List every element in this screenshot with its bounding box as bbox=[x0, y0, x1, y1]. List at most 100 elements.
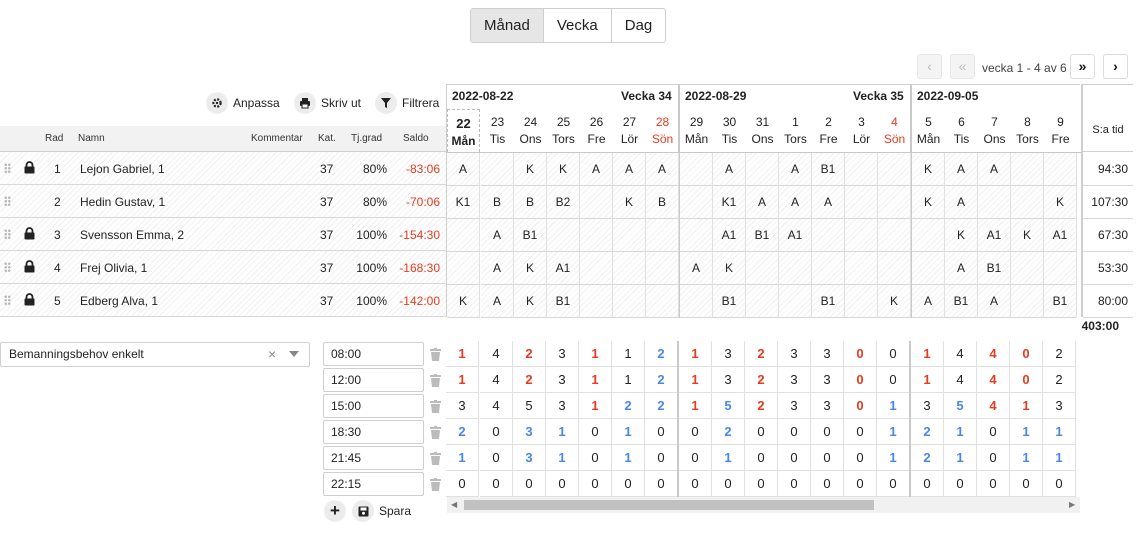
shift-cell[interactable]: B1 bbox=[812, 285, 845, 318]
shift-cell[interactable]: A bbox=[812, 186, 845, 219]
trash-icon[interactable] bbox=[430, 478, 441, 491]
shift-cell[interactable]: A1 bbox=[779, 219, 812, 252]
shift-cell[interactable]: K bbox=[514, 252, 547, 285]
shift-cell[interactable] bbox=[746, 285, 779, 318]
shift-cell[interactable] bbox=[1044, 252, 1077, 285]
time-input[interactable]: 08:00 bbox=[323, 342, 424, 366]
shift-cell[interactable] bbox=[812, 219, 845, 252]
clear-icon[interactable]: × bbox=[268, 343, 276, 366]
shift-cell[interactable] bbox=[613, 285, 646, 318]
shift-cell[interactable]: B1 bbox=[746, 219, 779, 252]
shift-cell[interactable] bbox=[746, 153, 779, 186]
shift-cell[interactable]: A bbox=[945, 252, 978, 285]
shift-cell[interactable]: A1 bbox=[547, 252, 580, 285]
day-header[interactable]: 3 Lör bbox=[845, 109, 878, 152]
shift-cell[interactable]: K bbox=[1044, 186, 1077, 219]
day-header[interactable]: 9 Fre bbox=[1044, 109, 1077, 152]
shift-cell[interactable]: B1 bbox=[812, 153, 845, 186]
employee-name[interactable]: Hedin Gustav, 1 bbox=[80, 195, 165, 209]
employee-name[interactable]: Edberg Alva, 1 bbox=[80, 294, 158, 308]
trash-icon[interactable] bbox=[430, 374, 441, 387]
shift-cell[interactable] bbox=[845, 252, 878, 285]
shift-cell[interactable]: K bbox=[514, 153, 547, 186]
shift-cell[interactable] bbox=[580, 285, 613, 318]
day-header[interactable]: 27 Lör bbox=[613, 109, 646, 152]
shift-cell[interactable] bbox=[978, 186, 1011, 219]
employee-row[interactable]: 3 Svensson Emma, 2 37 100% -154:30 bbox=[0, 218, 446, 251]
shift-cell[interactable]: K bbox=[613, 186, 646, 219]
shift-cell[interactable]: K bbox=[713, 252, 746, 285]
shift-cell[interactable]: B1 bbox=[978, 252, 1011, 285]
shift-cell[interactable] bbox=[1011, 186, 1044, 219]
shift-cell[interactable] bbox=[613, 219, 646, 252]
shift-cell[interactable]: B1 bbox=[1044, 285, 1077, 318]
shift-cell[interactable] bbox=[1011, 153, 1044, 186]
employee-row[interactable]: 4 Frej Olivia, 1 37 100% -168:30 bbox=[0, 251, 446, 284]
shift-cell[interactable]: A bbox=[481, 219, 514, 252]
scrollbar-thumb[interactable] bbox=[464, 500, 874, 510]
shift-cell[interactable] bbox=[845, 219, 878, 252]
shift-cell[interactable] bbox=[878, 186, 911, 219]
shift-cell[interactable] bbox=[646, 252, 679, 285]
day-header[interactable]: 2 Fre bbox=[812, 109, 845, 152]
employee-name[interactable]: Svensson Emma, 2 bbox=[80, 228, 184, 242]
shift-cell[interactable]: K bbox=[514, 285, 547, 318]
shift-cell[interactable] bbox=[447, 219, 480, 252]
shift-cell[interactable]: A bbox=[680, 252, 713, 285]
employee-name[interactable]: Frej Olivia, 1 bbox=[80, 261, 147, 275]
save-button[interactable]: Spara bbox=[352, 500, 411, 522]
shift-cell[interactable] bbox=[845, 285, 878, 318]
shift-cell[interactable]: A bbox=[746, 186, 779, 219]
shift-cell[interactable]: B1 bbox=[514, 219, 547, 252]
day-header[interactable]: 23 Tis bbox=[481, 109, 514, 152]
shift-cell[interactable]: K1 bbox=[447, 186, 480, 219]
shift-cell[interactable] bbox=[878, 219, 911, 252]
time-input[interactable]: 21:45 bbox=[323, 446, 424, 470]
add-time-button[interactable]: + bbox=[324, 500, 346, 522]
shift-cell[interactable]: K1 bbox=[713, 186, 746, 219]
shift-cell[interactable] bbox=[1044, 153, 1077, 186]
trash-icon[interactable] bbox=[430, 426, 441, 439]
shift-cell[interactable] bbox=[547, 219, 580, 252]
shift-cell[interactable]: K bbox=[547, 153, 580, 186]
day-header[interactable]: 1 Tors bbox=[779, 109, 812, 152]
shift-cell[interactable] bbox=[845, 186, 878, 219]
day-header[interactable]: 28 Sön bbox=[646, 109, 679, 152]
shift-cell[interactable] bbox=[481, 153, 514, 186]
drag-handle-icon[interactable] bbox=[4, 229, 11, 239]
drag-handle-icon[interactable] bbox=[4, 163, 11, 173]
scroll-left-icon[interactable]: ◀ bbox=[451, 500, 457, 509]
shift-cell[interactable] bbox=[680, 186, 713, 219]
drag-handle-icon[interactable] bbox=[4, 196, 11, 206]
shift-cell[interactable] bbox=[878, 153, 911, 186]
employee-row[interactable]: 5 Edberg Alva, 1 37 100% -142:00 bbox=[0, 284, 446, 317]
employee-row[interactable]: 2 Hedin Gustav, 1 37 80% -70:06 bbox=[0, 185, 446, 218]
trash-icon[interactable] bbox=[430, 452, 441, 465]
scroll-right-icon[interactable]: ▶ bbox=[1069, 500, 1075, 509]
shift-cell[interactable]: K bbox=[945, 219, 978, 252]
drag-handle-icon[interactable] bbox=[4, 262, 11, 272]
shift-cell[interactable]: A bbox=[447, 153, 480, 186]
last-page-button[interactable]: » bbox=[1070, 54, 1095, 79]
shift-cell[interactable]: A1 bbox=[978, 219, 1011, 252]
day-header[interactable]: 8 Tors bbox=[1011, 109, 1044, 152]
trash-icon[interactable] bbox=[430, 400, 441, 413]
shift-cell[interactable] bbox=[912, 252, 945, 285]
shift-cell[interactable]: A bbox=[779, 153, 812, 186]
time-input[interactable]: 15:00 bbox=[323, 394, 424, 418]
shift-cell[interactable]: A bbox=[646, 153, 679, 186]
drag-handle-icon[interactable] bbox=[4, 295, 11, 305]
day-header[interactable]: 7 Ons bbox=[978, 109, 1011, 152]
shift-cell[interactable]: K bbox=[912, 186, 945, 219]
shift-cell[interactable]: K bbox=[1011, 219, 1044, 252]
shift-cell[interactable]: A bbox=[481, 285, 514, 318]
day-header[interactable]: 22 Mån bbox=[447, 109, 480, 152]
shift-cell[interactable] bbox=[680, 219, 713, 252]
day-header[interactable]: 24 Ons bbox=[514, 109, 547, 152]
shift-cell[interactable]: B2 bbox=[547, 186, 580, 219]
day-header[interactable]: 4 Sön bbox=[878, 109, 911, 152]
shift-cell[interactable] bbox=[580, 252, 613, 285]
shift-cell[interactable]: A bbox=[779, 186, 812, 219]
time-input[interactable]: 22:15 bbox=[323, 472, 424, 496]
day-header[interactable]: 29 Mån bbox=[680, 109, 713, 152]
